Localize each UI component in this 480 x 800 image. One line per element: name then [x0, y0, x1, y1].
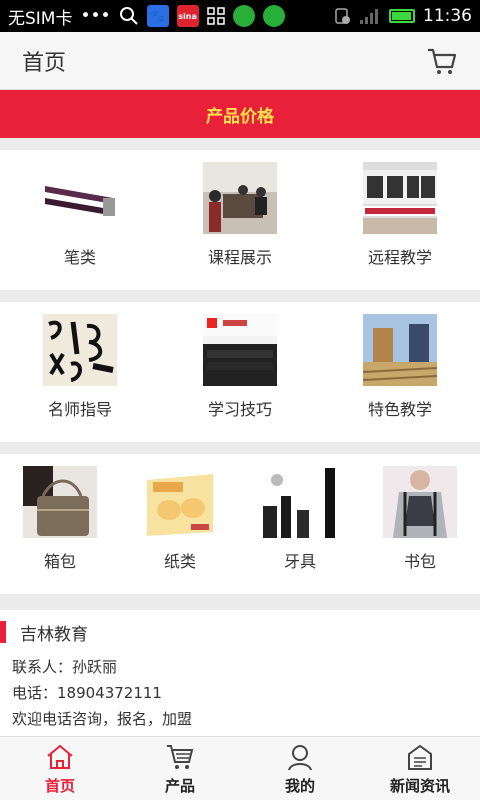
banner-text: 产品价格: [206, 106, 274, 127]
category-remote-teaching[interactable]: 远程教学: [320, 162, 480, 290]
category-row-2: 名师指导 学习技巧 特色教学: [0, 302, 480, 442]
notification-dots: •••: [80, 6, 111, 26]
sim-off-icon: [335, 8, 350, 24]
user-icon: [288, 744, 312, 770]
tissue-image: [143, 466, 217, 538]
category-pens[interactable]: 笔类: [0, 162, 160, 290]
carrier-text: 无SIM卡: [8, 8, 73, 29]
apps-grid-icon: [206, 7, 225, 25]
category-label: 纸类: [163, 552, 196, 571]
product-price-banner[interactable]: 产品价格: [0, 90, 480, 138]
sina-icon: sina: [176, 5, 199, 27]
nav-label: 新闻资讯: [389, 776, 450, 795]
battery-icon: [389, 9, 415, 23]
category-row-3: 箱包 纸类 牙具 书包: [0, 454, 480, 594]
signal-icon: [360, 9, 378, 24]
study-tips-image: [203, 314, 277, 386]
baidu-icon: 🐾: [146, 5, 169, 27]
remote-teaching-image: [363, 162, 437, 234]
bottom-navigation: 首页 产品 我的 新闻资讯: [0, 736, 480, 800]
nav-products[interactable]: 产品: [120, 737, 240, 800]
category-label: 书包: [403, 552, 436, 571]
category-row-1: 笔类 课程展示 远程教学: [0, 150, 480, 290]
search-icon: [119, 7, 138, 25]
category-study-tips[interactable]: 学习技巧: [160, 314, 320, 442]
category-bags[interactable]: 箱包: [0, 466, 120, 594]
nav-mine[interactable]: 我的: [240, 737, 360, 800]
welcome-text: 欢迎电话咨询，报名，加盟: [12, 710, 193, 728]
toothbrush-image: [263, 466, 337, 538]
section-accent-bar: [0, 621, 6, 643]
shopping-cart-icon[interactable]: [426, 45, 458, 77]
buildings-image: [363, 314, 437, 386]
bag-image: [23, 466, 97, 538]
company-name: 吉林教育: [20, 624, 88, 645]
wechat-icon: [262, 5, 285, 27]
pen-image: [43, 162, 117, 234]
news-icon: [408, 744, 432, 770]
nav-home[interactable]: 首页: [0, 737, 120, 800]
category-paper[interactable]: 纸类: [120, 466, 240, 594]
contact-person: 联系人：孙跃丽: [12, 658, 118, 676]
home-icon: [47, 744, 73, 769]
nav-news[interactable]: 新闻资讯: [360, 737, 480, 800]
category-label: 特色教学: [367, 400, 432, 419]
nav-label: 首页: [44, 776, 75, 795]
category-label: 学习技巧: [207, 400, 272, 419]
nav-label: 产品: [164, 776, 195, 795]
category-label: 箱包: [43, 552, 76, 571]
app-header: 首页: [0, 32, 480, 90]
category-label: 牙具: [283, 552, 316, 571]
category-label: 课程展示: [207, 248, 272, 267]
category-course-showcase[interactable]: 课程展示: [160, 162, 320, 290]
backpack-image: [383, 466, 457, 538]
calligraphy-image: [43, 314, 117, 386]
category-featured-teaching[interactable]: 特色教学: [320, 314, 480, 442]
category-toothbrushes[interactable]: 牙具: [240, 466, 360, 594]
company-info: 吉林教育 联系人：孙跃丽 电话：18904372111 欢迎电话咨询，报名，加盟: [0, 610, 480, 736]
page-title: 首页: [22, 50, 67, 76]
clock-time: 11:36: [423, 6, 472, 26]
category-label: 远程教学: [367, 248, 432, 267]
cart-icon: [167, 744, 194, 769]
nav-label: 我的: [284, 776, 315, 795]
category-label: 笔类: [63, 248, 96, 267]
wechat-icon: [232, 5, 255, 27]
category-schoolbags[interactable]: 书包: [360, 466, 480, 594]
phone-number[interactable]: 电话：18904372111: [12, 682, 480, 702]
status-bar: 无SIM卡 ••• 🐾 sina 11:36: [0, 0, 480, 32]
category-label: 名师指导: [47, 400, 112, 419]
category-teacher-guidance[interactable]: 名师指导: [0, 314, 160, 442]
classroom-image: [203, 162, 277, 234]
